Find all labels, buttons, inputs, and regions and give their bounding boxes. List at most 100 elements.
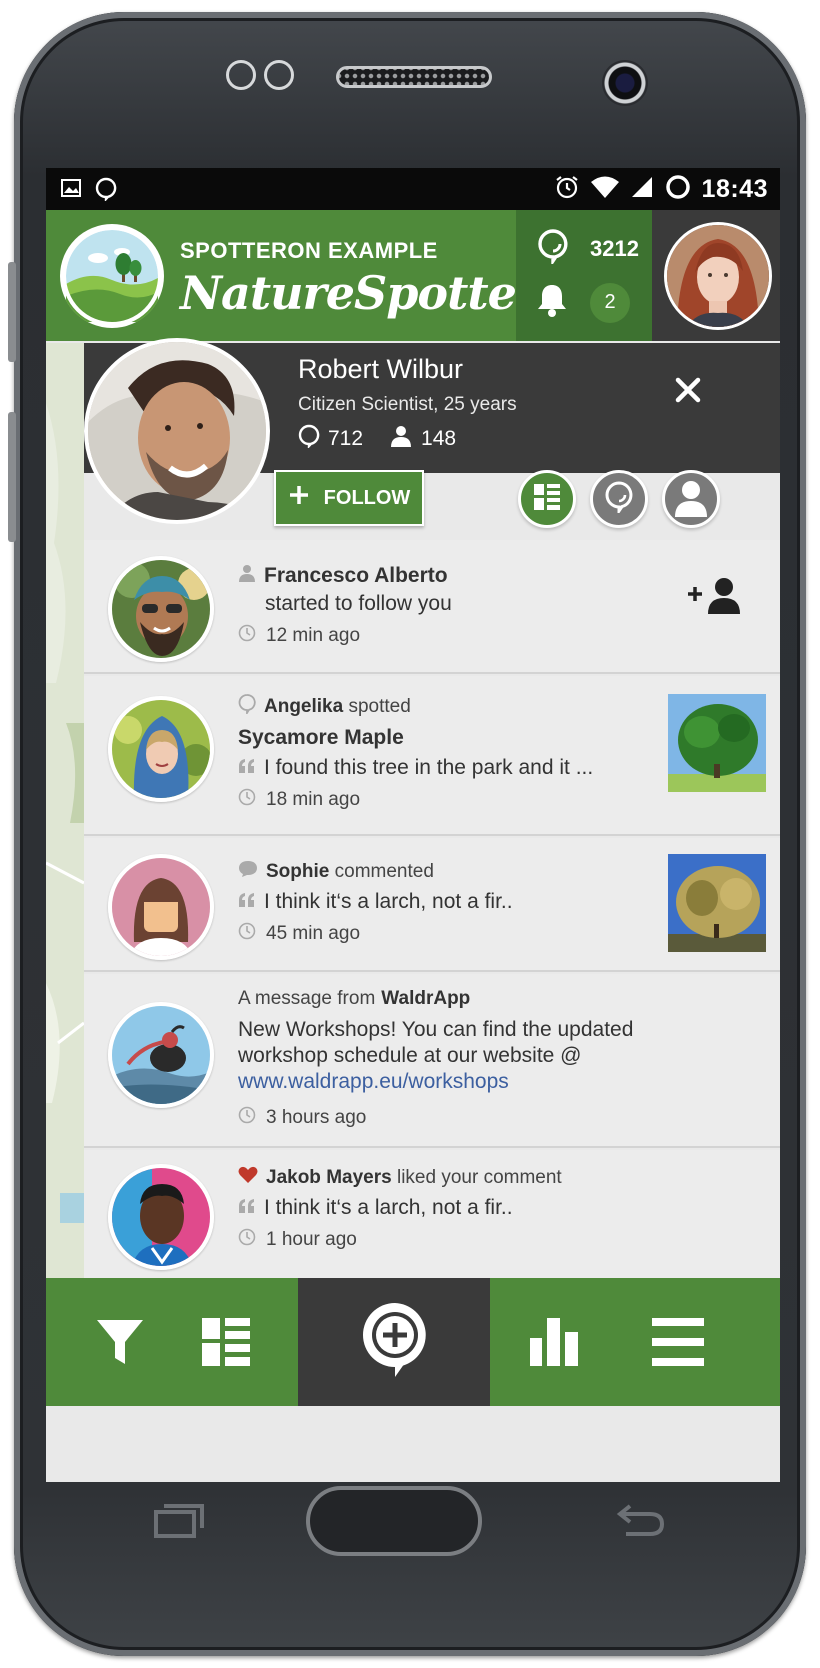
- feed-user-name[interactable]: Angelika: [264, 696, 343, 717]
- bell-icon: [536, 282, 568, 323]
- nav-left-group: [46, 1278, 298, 1406]
- feed-body: started to follow you: [265, 592, 452, 615]
- header-stats: 3212 2: [516, 210, 652, 341]
- feed-time: 3 hours ago: [266, 1107, 367, 1128]
- map-background[interactable]: [46, 343, 84, 1343]
- spots-count: 3212: [590, 235, 639, 261]
- feed-action: commented: [334, 861, 434, 882]
- spot-icon: [604, 480, 634, 518]
- menu-button[interactable]: [648, 1314, 708, 1374]
- feed-time: 1 hour ago: [266, 1229, 357, 1250]
- spot-icon: [238, 694, 256, 720]
- profile-photo[interactable]: [84, 338, 270, 524]
- spot-thumbnail[interactable]: [668, 854, 766, 952]
- app-logo[interactable]: [60, 224, 164, 328]
- battery-ring-icon: [664, 173, 692, 206]
- person-icon: [389, 424, 413, 454]
- side-button: [8, 412, 16, 542]
- statistics-button[interactable]: [524, 1314, 584, 1374]
- bottom-navigation: [46, 1278, 780, 1406]
- close-profile-button[interactable]: [674, 376, 710, 412]
- filter-button[interactable]: [90, 1314, 150, 1374]
- grid-list-icon: [533, 483, 561, 516]
- clock-icon: [238, 788, 256, 812]
- front-camera: [602, 60, 648, 106]
- avatar[interactable]: [108, 1002, 214, 1108]
- feed-quote: I think it‘s a larch, not a fir..: [264, 1196, 513, 1219]
- add-spot-button[interactable]: [358, 1302, 432, 1382]
- back-button[interactable]: [616, 1502, 666, 1543]
- feed-quote: I think it‘s a larch, not a fir..: [264, 890, 513, 913]
- feed-user-name[interactable]: Jakob Mayers: [266, 1167, 392, 1188]
- quote-icon: [238, 1196, 256, 1220]
- notifications-counter[interactable]: 2: [536, 282, 630, 323]
- avatar[interactable]: [108, 1164, 214, 1270]
- feed-user-name[interactable]: Sophie: [266, 861, 329, 882]
- avatar[interactable]: [108, 854, 214, 960]
- image-icon: [60, 177, 82, 206]
- person-icon: [238, 564, 256, 588]
- follow-label: FOLLOW: [323, 486, 411, 509]
- back-icon: [616, 1504, 666, 1542]
- spot-thumbnail[interactable]: [668, 694, 766, 792]
- wifi-icon: [590, 175, 620, 204]
- add-friend-button[interactable]: [684, 576, 744, 621]
- list-button[interactable]: [196, 1314, 256, 1374]
- grid-list-icon: [202, 1317, 250, 1371]
- spots-counter[interactable]: 3212: [536, 228, 639, 269]
- recent-apps-icon: [154, 1504, 204, 1542]
- feed-text: Angelika spotted Sycamore Maple I found …: [238, 694, 650, 812]
- app-header: SPOTTERON EXAMPLE NatureSpotter 3212 2: [46, 210, 780, 341]
- clock-icon: [238, 1228, 256, 1252]
- clock-icon: [238, 1106, 256, 1130]
- add-spot-icon: [360, 1301, 430, 1384]
- feed-text: Jakob Mayers liked your comment I think …: [238, 1166, 650, 1252]
- spots-view-button[interactable]: [590, 470, 648, 528]
- feed-item-message[interactable]: A message from WaldrApp New Workshops! Y…: [84, 974, 780, 1148]
- feed-item-like[interactable]: Jakob Mayers liked your comment I think …: [84, 1150, 780, 1278]
- message-link[interactable]: www.waldrapp.eu/workshops: [238, 1070, 760, 1094]
- feed-quote: I found this tree in the park and it ...: [264, 756, 594, 779]
- feed-sender-name[interactable]: WaldrApp: [381, 988, 470, 1010]
- profile-spots: 712: [298, 424, 363, 454]
- screen: 18:43 SPOTTERON EXAMPLE NatureSpotter 32…: [46, 168, 780, 1482]
- status-time: 18:43: [701, 175, 768, 203]
- user-avatar[interactable]: [664, 222, 772, 330]
- follow-button[interactable]: FOLLOW: [274, 470, 424, 526]
- feed-item-follow[interactable]: Francesco Alberto started to follow you …: [84, 540, 780, 674]
- recent-apps-button[interactable]: [154, 1502, 204, 1543]
- bar-chart-icon: [530, 1317, 578, 1371]
- avatar[interactable]: [108, 696, 214, 802]
- plus-icon: [288, 484, 310, 512]
- message-line-1: New Workshops! You can find the updated: [238, 1018, 634, 1041]
- feed-action: liked your comment: [396, 1167, 562, 1188]
- spot-title[interactable]: Sycamore Maple: [238, 726, 650, 750]
- feed-item-spot[interactable]: Angelika spotted Sycamore Maple I found …: [84, 676, 780, 836]
- avatar[interactable]: [108, 556, 214, 662]
- profile-followers: 148: [389, 424, 456, 454]
- close-icon: [674, 377, 702, 408]
- profile-stats: 712 148: [298, 424, 456, 454]
- notifications-badge: 2: [590, 282, 630, 323]
- home-button[interactable]: [306, 1486, 482, 1556]
- message-prefix: A message from: [238, 988, 376, 1009]
- feed-user-name[interactable]: Francesco Alberto: [264, 564, 448, 588]
- add-person-icon: [684, 578, 744, 620]
- feed-time: 12 min ago: [266, 625, 361, 646]
- clock-icon: [238, 922, 256, 946]
- profile-view-button[interactable]: [662, 470, 720, 528]
- profile-subtitle: Citizen Scientist, 25 years: [298, 394, 517, 415]
- feed-item-comment[interactable]: Sophie commented I think it‘s a larch, n…: [84, 838, 780, 972]
- list-view-button[interactable]: [518, 470, 576, 528]
- feed-action: spotted: [348, 696, 411, 717]
- profile-spots-count: 712: [328, 427, 364, 450]
- spot-icon: [94, 177, 118, 206]
- person-icon: [673, 477, 709, 522]
- header-user: [652, 210, 780, 341]
- brand-title: NatureSpotter: [180, 266, 540, 320]
- feed-time: 18 min ago: [266, 789, 361, 810]
- brand-subtitle: SPOTTERON EXAMPLE: [180, 238, 438, 263]
- alarm-icon: [554, 174, 580, 205]
- profile-name: Robert Wilbur: [298, 354, 464, 384]
- quote-icon: [238, 756, 256, 780]
